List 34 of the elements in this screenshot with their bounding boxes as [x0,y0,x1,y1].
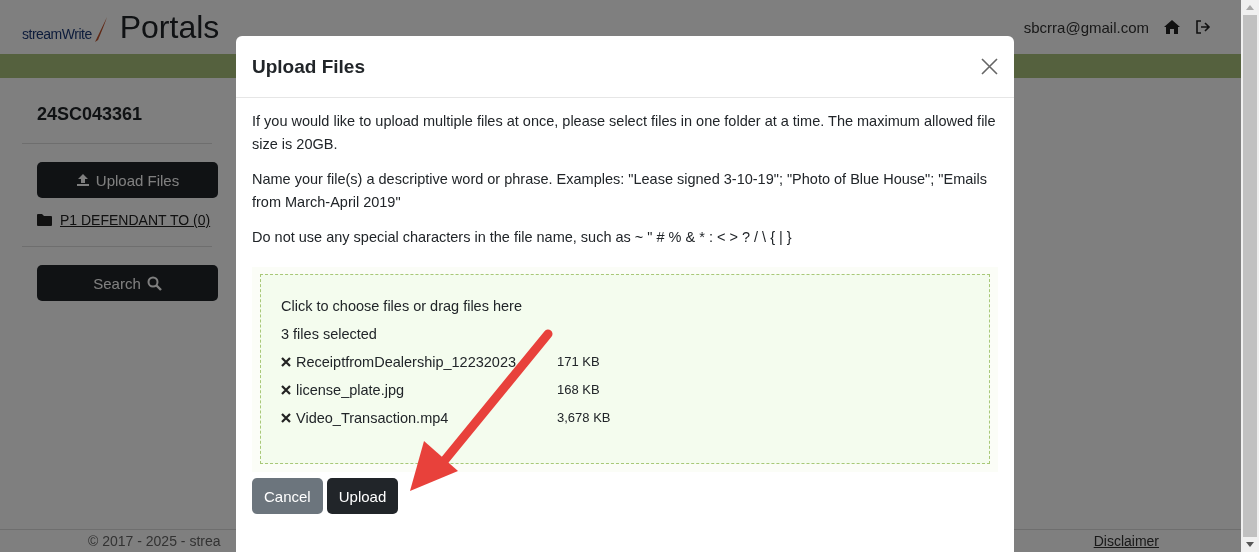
instruction-text: If you would like to upload multiple files at once, please select files in one folder at a time. The maximum allowed file size is 20GB. [252,112,997,154]
instruction-text: Do not use any special characters in the file name, such as ~ " # % & * : < > ? / \ { | } [252,228,793,247]
instruction-text: Name your file(s) a descriptive word or phrase. Examples: "Lease signed 3-10-19"; "Photo of Blue House"; "Emails from March-April 2019" [252,170,988,212]
copyright-text: © 2017 - 2025 - strea [88,533,221,549]
folder-icon [37,214,52,226]
remove-icon[interactable] [281,385,291,395]
folder-link[interactable]: P1 DEFENDANT TO (0) [60,212,211,228]
drop-prompt: Click to choose files or drag files here [281,297,523,316]
logo-text: streamWrite [22,25,92,42]
home-icon[interactable] [1163,19,1181,35]
dialog-title: Upload Files [252,55,365,78]
file-size: 171 KB [557,353,600,371]
upload-files-button[interactable]: Upload Files [37,162,218,198]
upload-button[interactable]: Upload [326,478,399,514]
remove-icon[interactable] [281,357,291,367]
portal-title: Portals [119,8,220,46]
file-size: 168 KB [557,381,600,399]
search-icon [146,275,162,291]
disclaimer-link[interactable]: Disclaimer [1093,533,1159,549]
logout-icon[interactable] [1195,19,1211,35]
close-icon[interactable] [981,58,998,75]
remove-icon[interactable] [281,413,291,423]
file-size: 3,678 KB [557,409,611,427]
search-button[interactable]: Search [37,265,218,301]
scrollbar[interactable] [1241,0,1259,552]
upload-icon [75,173,90,187]
selected-count: 3 files selected [281,325,378,344]
file-name: Video_Transaction.mp4 [296,409,450,428]
scroll-down-icon[interactable] [1246,542,1254,547]
file-name: license_plate.jpg [296,381,406,400]
user-email: sbcrra@gmail.com [1023,18,1149,36]
scroll-thumb[interactable] [1243,15,1257,537]
case-number: 24SC043361 [36,104,144,125]
cancel-button[interactable]: Cancel [252,478,323,514]
